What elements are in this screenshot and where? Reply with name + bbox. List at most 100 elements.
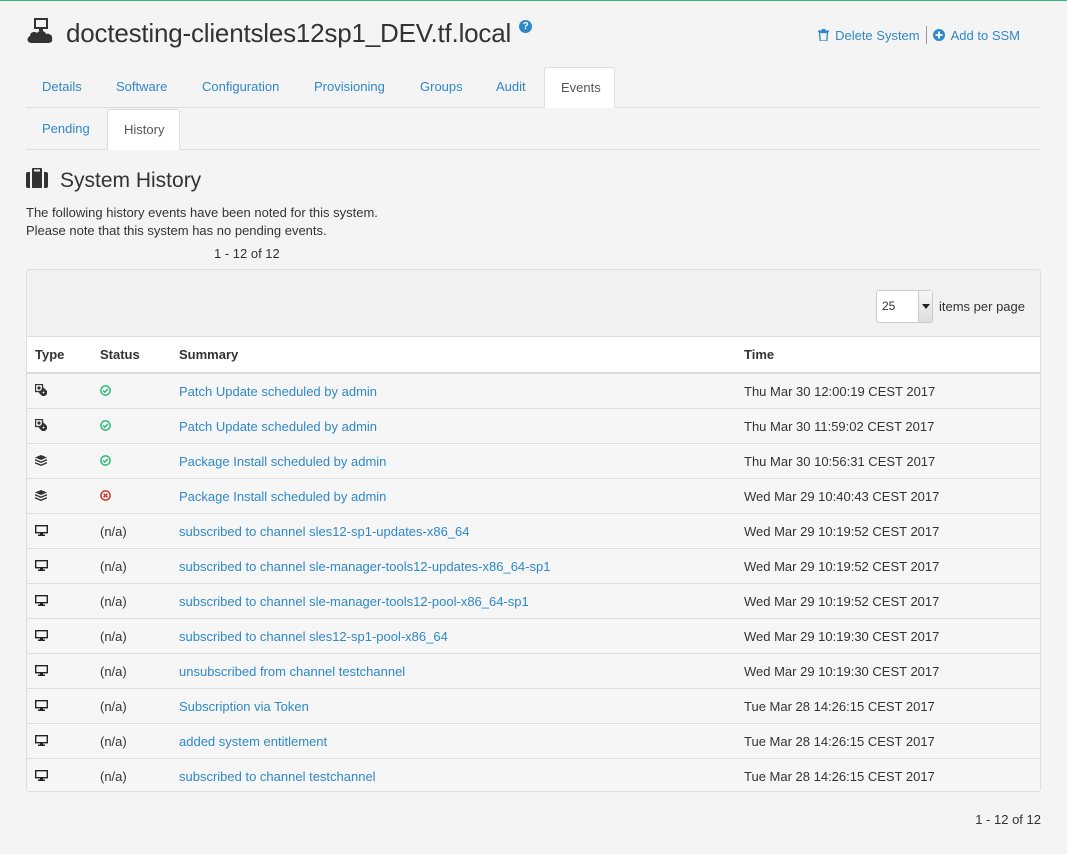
status-cell <box>92 408 171 444</box>
status-text: (n/a) <box>100 768 127 784</box>
desktop-icon <box>34 699 49 714</box>
desktop-icon <box>34 594 49 609</box>
table-body: Patch Update scheduled by admin Thu Mar 3… <box>27 373 1040 791</box>
pagination-range-bottom: 1 - 12 of 12 <box>975 812 1041 827</box>
status-cell: (n/a) <box>92 688 171 724</box>
type-cell <box>27 443 92 479</box>
summary-cell: subscribed to channel sle-manager-tools1… <box>171 583 736 619</box>
table-row: (n/a) subscribed to channel sles12-sp1-po… <box>27 618 1040 654</box>
tab-provisioning[interactable]: Provisioning <box>298 67 401 107</box>
status-text: (n/a) <box>100 558 127 574</box>
event-summary-link[interactable]: added system entitlement <box>179 734 327 749</box>
briefcase-icon <box>26 167 48 194</box>
system-host-icon <box>26 18 54 44</box>
event-summary-link[interactable]: Subscription via Token <box>179 699 309 714</box>
type-cell <box>27 688 92 724</box>
type-cell <box>27 723 92 759</box>
event-summary-link[interactable]: Patch Update scheduled by admin <box>179 384 377 399</box>
header-actions: Delete System Add to SSM <box>818 26 1020 44</box>
status-text: (n/a) <box>100 698 127 714</box>
type-cell <box>27 618 92 654</box>
summary-cell: subscribed to channel sles12-sp1-pool-x8… <box>171 618 736 654</box>
event-summary-link[interactable]: unsubscribed from channel testchannel <box>179 664 405 679</box>
help-icon[interactable]: ? <box>519 20 533 33</box>
tab-groups[interactable]: Groups <box>404 67 479 107</box>
event-time: Tue Mar 28 14:26:15 CEST 2017 <box>736 688 1040 724</box>
event-summary-link[interactable]: Package Install scheduled by admin <box>179 454 386 469</box>
summary-cell: Subscription via Token <box>171 688 736 724</box>
tab-events[interactable]: Events <box>544 67 615 108</box>
status-cell: (n/a) <box>92 758 171 791</box>
col-time[interactable]: Time <box>736 337 1040 374</box>
status-cell <box>92 373 171 409</box>
table-row: (n/a) subscribed to channel sle-manager-t… <box>27 548 1040 584</box>
event-summary-link[interactable]: Package Install scheduled by admin <box>179 489 386 504</box>
status-cell: (n/a) <box>92 653 171 689</box>
success-icon <box>100 384 111 399</box>
patch-icon <box>34 418 49 434</box>
tab-configuration[interactable]: Configuration <box>186 67 295 107</box>
status-text: (n/a) <box>100 663 127 679</box>
action-divider <box>925 26 927 44</box>
table-header-row: Type Status Summary Time <box>27 337 1040 374</box>
desktop-icon <box>34 524 49 539</box>
tab-pending[interactable]: Pending <box>26 109 106 149</box>
summary-cell: Package Install scheduled by admin <box>171 478 736 514</box>
event-time: Wed Mar 29 10:19:52 CEST 2017 <box>736 513 1040 549</box>
patch-icon <box>34 383 49 399</box>
status-text: (n/a) <box>100 733 127 749</box>
status-text: (n/a) <box>100 523 127 539</box>
package-icon <box>35 454 47 469</box>
status-cell: (n/a) <box>92 548 171 584</box>
table-row: (n/a) Subscription via Token Tue Mar 28 14… <box>27 688 1040 724</box>
table-row: Patch Update scheduled by admin Thu Mar 3… <box>27 373 1040 409</box>
event-time: Wed Mar 29 10:19:30 CEST 2017 <box>736 618 1040 654</box>
desktop-icon <box>34 559 49 574</box>
event-time: Thu Mar 30 10:56:31 CEST 2017 <box>736 443 1040 479</box>
items-per-page-select[interactable]: 25 <box>876 290 933 323</box>
table-row: (n/a) subscribed to channel sle-manager-t… <box>27 583 1040 619</box>
package-icon <box>35 489 47 504</box>
pagination-range-top: 1 - 12 of 12 <box>214 246 280 261</box>
section-heading: System History <box>26 166 201 196</box>
type-cell <box>27 583 92 619</box>
top-accent-line <box>0 0 1067 1</box>
events-subtabs: Pending History <box>26 109 1041 150</box>
event-time: Thu Mar 30 12:00:19 CEST 2017 <box>736 373 1040 409</box>
status-text: (n/a) <box>100 628 127 644</box>
event-summary-link[interactable]: subscribed to channel sles12-sp1-updates… <box>179 524 470 539</box>
event-summary-link[interactable]: subscribed to channel testchannel <box>179 769 376 784</box>
col-summary[interactable]: Summary <box>171 337 736 374</box>
status-cell <box>92 443 171 479</box>
event-summary-link[interactable]: subscribed to channel sle-manager-tools1… <box>179 559 550 574</box>
success-icon <box>100 454 111 469</box>
summary-cell: Package Install scheduled by admin <box>171 443 736 479</box>
type-cell <box>27 513 92 549</box>
page-header: doctesting-clientsles12sp1_DEV.tf.local?… <box>26 16 1041 56</box>
tab-software[interactable]: Software <box>100 67 183 107</box>
failed-icon <box>100 489 111 504</box>
tab-details[interactable]: Details <box>26 67 98 107</box>
event-summary-link[interactable]: subscribed to channel sles12-sp1-pool-x8… <box>179 629 448 644</box>
tab-history[interactable]: History <box>107 109 180 150</box>
status-cell <box>92 478 171 514</box>
desktop-icon <box>34 769 49 784</box>
status-cell: (n/a) <box>92 583 171 619</box>
event-time: Wed Mar 29 10:19:52 CEST 2017 <box>736 583 1040 619</box>
event-time: Tue Mar 28 14:26:15 CEST 2017 <box>736 723 1040 759</box>
trash-icon <box>818 29 830 41</box>
table-row: Package Install scheduled by admin Thu Ma… <box>27 443 1040 479</box>
type-cell <box>27 478 92 514</box>
section-description: The following history events have been n… <box>26 205 378 238</box>
summary-cell: Patch Update scheduled by admin <box>171 373 736 409</box>
col-status[interactable]: Status <box>92 337 171 374</box>
event-time: Tue Mar 28 14:26:15 CEST 2017 <box>736 758 1040 791</box>
col-type[interactable]: Type <box>27 337 92 374</box>
table-toolbar: 25 items per page <box>27 270 1040 337</box>
event-summary-link[interactable]: Patch Update scheduled by admin <box>179 419 377 434</box>
status-cell: (n/a) <box>92 723 171 759</box>
delete-system-button[interactable]: Delete System <box>818 28 920 43</box>
tab-audit[interactable]: Audit <box>480 67 542 107</box>
add-to-ssm-button[interactable]: Add to SSM <box>932 28 1020 43</box>
event-summary-link[interactable]: subscribed to channel sle-manager-tools1… <box>179 594 529 609</box>
